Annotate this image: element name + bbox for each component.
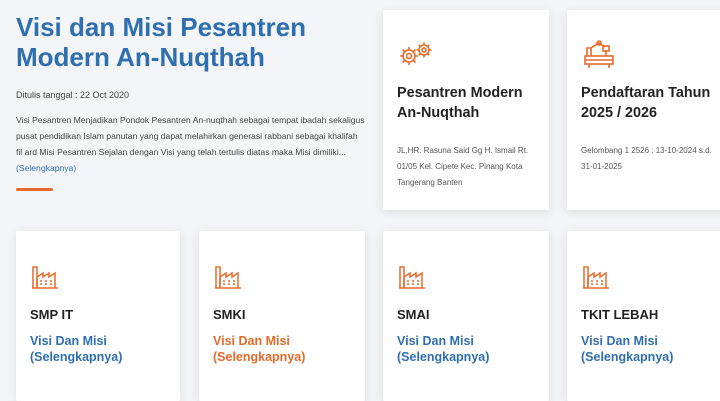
factory-icon bbox=[213, 261, 243, 291]
card-title: Pesantren Modern An-Nuqthah bbox=[397, 85, 523, 121]
card-address-text: JL.HR. Rasuna Said Gg H. Ismail Rt. 01/0… bbox=[397, 146, 529, 187]
visi-misi-link[interactable]: Visi Dan Misi (Selengkapnya) bbox=[213, 333, 305, 365]
card-title: SMP IT bbox=[30, 307, 74, 322]
card-pesantren-address[interactable]: Pesantren Modern An-Nuqthah JL.HR. Rasun… bbox=[383, 10, 549, 210]
factory-icon bbox=[581, 261, 611, 291]
card-smp-it[interactable]: SMP IT Visi Dan Misi (Selengkapnya) bbox=[16, 231, 180, 401]
link-label: Visi Dan Misi bbox=[397, 334, 474, 348]
hero-section: Visi dan Misi Pesantren Modern An-Nuqtha… bbox=[16, 12, 366, 191]
card-smki[interactable]: SMKI Visi Dan Misi (Selengkapnya) bbox=[199, 231, 365, 401]
card-title: SMKI bbox=[213, 307, 246, 322]
link-more-label: (Selengkapnya) bbox=[30, 350, 123, 364]
card-tkit-lebah[interactable]: TKIT LEBAH Visi Dan Misi (Selengkapnya) bbox=[567, 231, 720, 401]
card-registration[interactable]: Pendaftaran Tahun 2025 / 2026 Gelombang … bbox=[567, 10, 720, 210]
visi-misi-link[interactable]: Visi Dan Misi (Selengkapnya) bbox=[581, 333, 673, 365]
link-label: Visi Dan Misi bbox=[30, 334, 107, 348]
title-underline-divider bbox=[16, 188, 53, 191]
visi-misi-link[interactable]: Visi Dan Misi (Selengkapnya) bbox=[397, 333, 489, 365]
card-title: Pendaftaran Tahun 2025 / 2026 bbox=[581, 85, 711, 121]
card-title: SMAI bbox=[397, 307, 430, 322]
link-more-label: (Selengkapnya) bbox=[581, 350, 674, 364]
link-label: Visi Dan Misi bbox=[581, 334, 658, 348]
link-more-label: (Selengkapnya) bbox=[397, 350, 490, 364]
factory-icon bbox=[30, 261, 60, 291]
read-more-link[interactable]: (Selengkapnya) bbox=[16, 163, 76, 173]
link-label: Visi Dan Misi bbox=[213, 334, 290, 348]
machine-icon bbox=[581, 38, 619, 70]
card-smai[interactable]: SMAI Visi Dan Misi (Selengkapnya) bbox=[383, 231, 549, 401]
card-title: TKIT LEBAH bbox=[581, 307, 659, 322]
gears-icon bbox=[397, 38, 435, 70]
post-excerpt-text: Visi Pesantren Menjadikan Pondok Pesantr… bbox=[16, 115, 365, 157]
post-excerpt: Visi Pesantren Menjadikan Pondok Pesantr… bbox=[16, 112, 366, 176]
page-title: Visi dan Misi Pesantren Modern An-Nuqtha… bbox=[16, 12, 306, 72]
post-date: Ditulis tanggal : 22 Oct 2020 bbox=[16, 90, 130, 100]
visi-misi-link[interactable]: Visi Dan Misi (Selengkapnya) bbox=[30, 333, 122, 365]
card-schedule-text: Gelombang 1 2526 : 13-10-2024 s.d. 31-01… bbox=[581, 146, 712, 171]
link-more-label: (Selengkapnya) bbox=[213, 350, 306, 364]
factory-icon bbox=[397, 261, 427, 291]
